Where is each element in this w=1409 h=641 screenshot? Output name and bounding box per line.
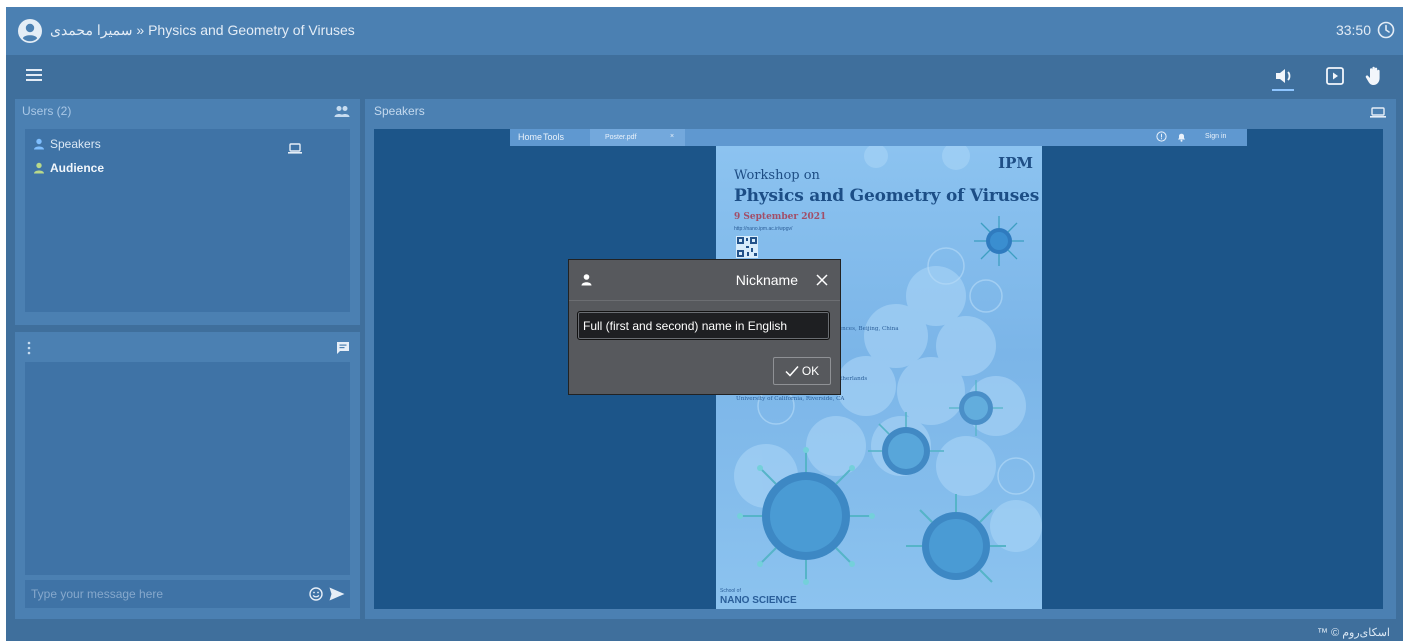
poster-affiliation: University of California, Riverside, CA <box>736 396 845 402</box>
emoji-icon[interactable] <box>309 587 323 601</box>
ok-button[interactable]: OK <box>773 357 831 385</box>
room-title: Physics and Geometry of Viruses <box>148 22 355 38</box>
more-options-icon[interactable] <box>27 341 31 355</box>
people-icon[interactable] <box>334 105 350 118</box>
browser-tab-close: × <box>670 133 675 140</box>
poster-school-label: School of <box>720 588 741 594</box>
dialog-divider <box>569 300 840 301</box>
title-bar: سمیرا محمدی » Physics and Geometry of Vi… <box>6 7 1403 55</box>
shared-browser-toolbar: Home Tools Poster.pdf × Sign in <box>510 129 1247 146</box>
hamburger-menu-icon[interactable] <box>26 67 42 83</box>
user-icon <box>581 274 592 286</box>
stage-panel-header: Speakers <box>365 99 1396 123</box>
qr-code-icon <box>736 236 758 258</box>
brand-footer: اسکای‌روم © ™ <box>1317 627 1390 639</box>
dialog-title: Nickname <box>735 272 798 288</box>
browser-tab-name: Poster.pdf <box>605 134 637 141</box>
poster-nano-science: NANO SCIENCE <box>720 595 797 606</box>
list-item-speakers[interactable]: Speakers <box>33 137 101 151</box>
virus-particle-large <box>737 447 875 585</box>
user-name: سمیرا محمدی <box>50 22 133 38</box>
raise-hand-icon[interactable] <box>1363 65 1385 87</box>
virus-particle-top <box>974 216 1024 266</box>
poster-workshop-label: Workshop on <box>734 168 820 183</box>
chat-message-icon[interactable] <box>336 341 350 355</box>
chat-composer <box>25 580 350 608</box>
poster-logo: IPM <box>998 154 1033 172</box>
nickname-dialog: Nickname OK <box>568 259 841 395</box>
chat-message-input[interactable] <box>25 580 300 608</box>
play-square-icon[interactable] <box>1324 65 1346 87</box>
nickname-input[interactable] <box>577 311 830 340</box>
breadcrumb-separator: » <box>136 22 145 38</box>
list-item-label: Audience <box>50 161 105 175</box>
send-icon[interactable] <box>329 587 345 601</box>
screen-share-icon[interactable] <box>1370 107 1386 118</box>
shared-screen[interactable]: Home Tools Poster.pdf × Sign in IPM Work… <box>374 129 1383 609</box>
laptop-icon[interactable] <box>288 143 302 154</box>
close-icon[interactable] <box>816 274 828 286</box>
help-icon <box>1156 131 1167 142</box>
poster-url: http://nano.ipm.ac.ir/wpgv/ <box>734 226 793 232</box>
users-panel: Users (2) Speakers Audience <box>15 99 360 325</box>
browser-menu-tools: Tools <box>543 132 565 142</box>
chat-panel <box>15 332 360 619</box>
users-panel-title: Users (2) <box>22 104 72 118</box>
bell-icon <box>1178 133 1185 142</box>
browser-menu-home: Home <box>518 132 543 142</box>
clock-icon <box>1377 21 1395 39</box>
browser-sign-in: Sign in <box>1205 133 1227 140</box>
users-panel-header: Users (2) <box>15 99 360 123</box>
speaker-user-icon <box>34 138 44 150</box>
list-item-label: Speakers <box>50 137 101 151</box>
check-icon <box>785 366 799 377</box>
poster-date: 9 September 2021 <box>734 212 827 222</box>
chat-log <box>25 362 350 575</box>
stage-panel-title: Speakers <box>374 104 425 118</box>
users-list: Speakers Audience <box>25 129 350 312</box>
poster-title: Physics and Geometry of Viruses <box>734 186 1040 206</box>
stage-panel: Speakers Home Tools Poster.pdf × Sign in… <box>365 99 1396 619</box>
browser-tab: Poster.pdf × <box>590 129 685 146</box>
toolbar <box>6 55 1403 97</box>
volume-active-indicator <box>1272 89 1294 91</box>
list-item-audience[interactable]: Audience <box>33 161 104 175</box>
user-avatar-icon[interactable] <box>18 19 42 43</box>
ok-button-label: OK <box>801 364 820 378</box>
volume-icon[interactable] <box>1273 65 1295 87</box>
breadcrumb: سمیرا محمدی » Physics and Geometry of Vi… <box>50 22 355 39</box>
virus-particle-right <box>906 494 1006 583</box>
session-timer: 33:50 <box>1335 22 1371 38</box>
audience-user-icon <box>34 162 44 174</box>
